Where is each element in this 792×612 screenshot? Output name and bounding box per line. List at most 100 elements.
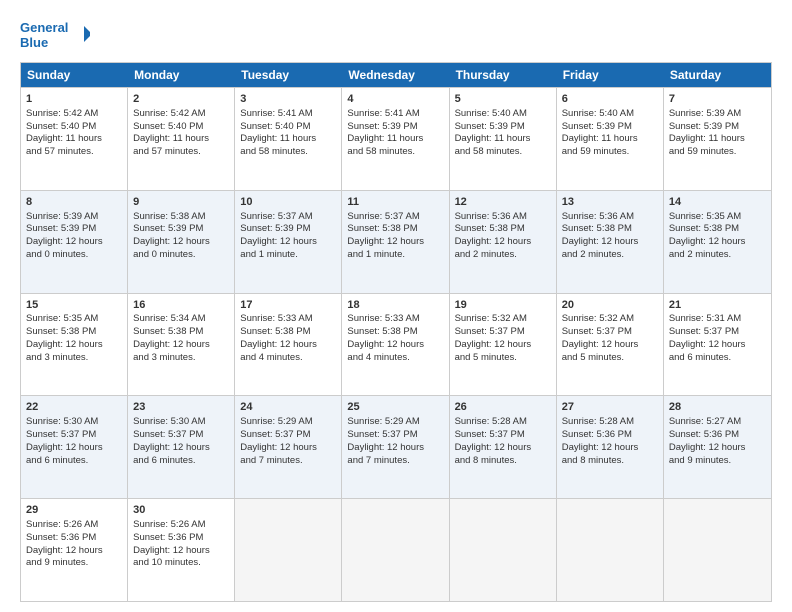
day-info: and 0 minutes. xyxy=(133,249,229,262)
weekday-header: Saturday xyxy=(664,63,771,87)
weekday-header: Tuesday xyxy=(235,63,342,87)
day-info: Daylight: 12 hours xyxy=(562,442,658,455)
day-info: and 1 minute. xyxy=(347,249,443,262)
calendar-row: 15Sunrise: 5:35 AMSunset: 5:38 PMDayligh… xyxy=(21,293,771,396)
day-info: Sunset: 5:37 PM xyxy=(347,429,443,442)
day-info: Sunrise: 5:42 AM xyxy=(26,108,122,121)
calendar-row: 1Sunrise: 5:42 AMSunset: 5:40 PMDaylight… xyxy=(21,87,771,190)
day-info: and 7 minutes. xyxy=(240,455,336,468)
day-info: and 59 minutes. xyxy=(562,146,658,159)
day-number: 7 xyxy=(669,92,766,107)
calendar-cell: 5Sunrise: 5:40 AMSunset: 5:39 PMDaylight… xyxy=(450,88,557,190)
calendar-body: 1Sunrise: 5:42 AMSunset: 5:40 PMDaylight… xyxy=(21,87,771,601)
day-info: Sunset: 5:36 PM xyxy=(26,532,122,545)
calendar-cell: 11Sunrise: 5:37 AMSunset: 5:38 PMDayligh… xyxy=(342,191,449,293)
calendar-cell: 4Sunrise: 5:41 AMSunset: 5:39 PMDaylight… xyxy=(342,88,449,190)
day-info: Sunrise: 5:38 AM xyxy=(133,211,229,224)
day-info: Daylight: 12 hours xyxy=(133,545,229,558)
day-number: 4 xyxy=(347,92,443,107)
calendar-cell: 1Sunrise: 5:42 AMSunset: 5:40 PMDaylight… xyxy=(21,88,128,190)
day-info: Daylight: 12 hours xyxy=(133,442,229,455)
day-info: Daylight: 11 hours xyxy=(347,133,443,146)
calendar-cell: 7Sunrise: 5:39 AMSunset: 5:39 PMDaylight… xyxy=(664,88,771,190)
day-number: 12 xyxy=(455,195,551,210)
calendar-cell: 9Sunrise: 5:38 AMSunset: 5:39 PMDaylight… xyxy=(128,191,235,293)
day-info: Daylight: 12 hours xyxy=(562,236,658,249)
day-info: and 4 minutes. xyxy=(347,352,443,365)
day-info: Daylight: 12 hours xyxy=(455,442,551,455)
calendar-cell: 8Sunrise: 5:39 AMSunset: 5:39 PMDaylight… xyxy=(21,191,128,293)
calendar-cell: 6Sunrise: 5:40 AMSunset: 5:39 PMDaylight… xyxy=(557,88,664,190)
calendar-header: SundayMondayTuesdayWednesdayThursdayFrid… xyxy=(21,63,771,87)
calendar-cell: 18Sunrise: 5:33 AMSunset: 5:38 PMDayligh… xyxy=(342,294,449,396)
day-number: 20 xyxy=(562,298,658,313)
weekday-header: Wednesday xyxy=(342,63,449,87)
calendar-cell: 28Sunrise: 5:27 AMSunset: 5:36 PMDayligh… xyxy=(664,396,771,498)
day-info: Sunset: 5:38 PM xyxy=(347,326,443,339)
day-info: and 8 minutes. xyxy=(455,455,551,468)
day-info: Sunset: 5:40 PM xyxy=(133,121,229,134)
day-info: Daylight: 12 hours xyxy=(26,442,122,455)
day-info: Sunrise: 5:39 AM xyxy=(26,211,122,224)
day-info: Daylight: 11 hours xyxy=(562,133,658,146)
day-info: Sunset: 5:39 PM xyxy=(455,121,551,134)
calendar-cell: 12Sunrise: 5:36 AMSunset: 5:38 PMDayligh… xyxy=(450,191,557,293)
day-info: Daylight: 12 hours xyxy=(669,442,766,455)
day-info: Sunset: 5:36 PM xyxy=(562,429,658,442)
day-info: Sunrise: 5:29 AM xyxy=(347,416,443,429)
day-info: and 1 minute. xyxy=(240,249,336,262)
day-info: Sunrise: 5:40 AM xyxy=(562,108,658,121)
day-info: Sunset: 5:36 PM xyxy=(133,532,229,545)
calendar-cell: 2Sunrise: 5:42 AMSunset: 5:40 PMDaylight… xyxy=(128,88,235,190)
calendar-cell: 23Sunrise: 5:30 AMSunset: 5:37 PMDayligh… xyxy=(128,396,235,498)
calendar-cell: 14Sunrise: 5:35 AMSunset: 5:38 PMDayligh… xyxy=(664,191,771,293)
day-info: Daylight: 11 hours xyxy=(240,133,336,146)
weekday-header: Friday xyxy=(557,63,664,87)
day-info: Sunrise: 5:39 AM xyxy=(669,108,766,121)
day-info: Sunset: 5:37 PM xyxy=(455,326,551,339)
weekday-header: Thursday xyxy=(450,63,557,87)
day-info: and 58 minutes. xyxy=(455,146,551,159)
day-number: 14 xyxy=(669,195,766,210)
day-info: Sunrise: 5:32 AM xyxy=(455,313,551,326)
day-info: Sunrise: 5:37 AM xyxy=(347,211,443,224)
calendar-row: 29Sunrise: 5:26 AMSunset: 5:36 PMDayligh… xyxy=(21,498,771,601)
day-info: Sunrise: 5:27 AM xyxy=(669,416,766,429)
day-info: Sunrise: 5:31 AM xyxy=(669,313,766,326)
calendar-cell: 26Sunrise: 5:28 AMSunset: 5:37 PMDayligh… xyxy=(450,396,557,498)
day-info: Sunrise: 5:36 AM xyxy=(562,211,658,224)
day-number: 24 xyxy=(240,400,336,415)
day-info: Sunset: 5:39 PM xyxy=(133,223,229,236)
calendar-cell: 25Sunrise: 5:29 AMSunset: 5:37 PMDayligh… xyxy=(342,396,449,498)
day-info: and 58 minutes. xyxy=(347,146,443,159)
calendar-cell xyxy=(450,499,557,601)
day-info: and 7 minutes. xyxy=(347,455,443,468)
day-info: Sunset: 5:40 PM xyxy=(240,121,336,134)
day-info: Sunrise: 5:30 AM xyxy=(26,416,122,429)
day-info: Sunrise: 5:37 AM xyxy=(240,211,336,224)
day-number: 6 xyxy=(562,92,658,107)
day-info: Daylight: 12 hours xyxy=(240,339,336,352)
day-info: Daylight: 12 hours xyxy=(133,339,229,352)
day-number: 25 xyxy=(347,400,443,415)
day-info: and 58 minutes. xyxy=(240,146,336,159)
day-info: Sunrise: 5:26 AM xyxy=(133,519,229,532)
calendar-cell: 30Sunrise: 5:26 AMSunset: 5:36 PMDayligh… xyxy=(128,499,235,601)
day-info: Sunrise: 5:29 AM xyxy=(240,416,336,429)
calendar-cell xyxy=(342,499,449,601)
calendar-cell: 20Sunrise: 5:32 AMSunset: 5:37 PMDayligh… xyxy=(557,294,664,396)
day-info: Sunrise: 5:42 AM xyxy=(133,108,229,121)
day-info: and 0 minutes. xyxy=(26,249,122,262)
calendar-row: 22Sunrise: 5:30 AMSunset: 5:37 PMDayligh… xyxy=(21,395,771,498)
day-info: and 59 minutes. xyxy=(669,146,766,159)
day-info: and 3 minutes. xyxy=(26,352,122,365)
day-info: Daylight: 12 hours xyxy=(347,236,443,249)
day-info: Sunrise: 5:35 AM xyxy=(669,211,766,224)
day-info: Sunset: 5:37 PM xyxy=(240,429,336,442)
day-info: Sunrise: 5:41 AM xyxy=(240,108,336,121)
day-number: 11 xyxy=(347,195,443,210)
day-info: and 9 minutes. xyxy=(26,557,122,570)
day-number: 1 xyxy=(26,92,122,107)
day-info: Daylight: 12 hours xyxy=(26,339,122,352)
calendar-cell: 13Sunrise: 5:36 AMSunset: 5:38 PMDayligh… xyxy=(557,191,664,293)
